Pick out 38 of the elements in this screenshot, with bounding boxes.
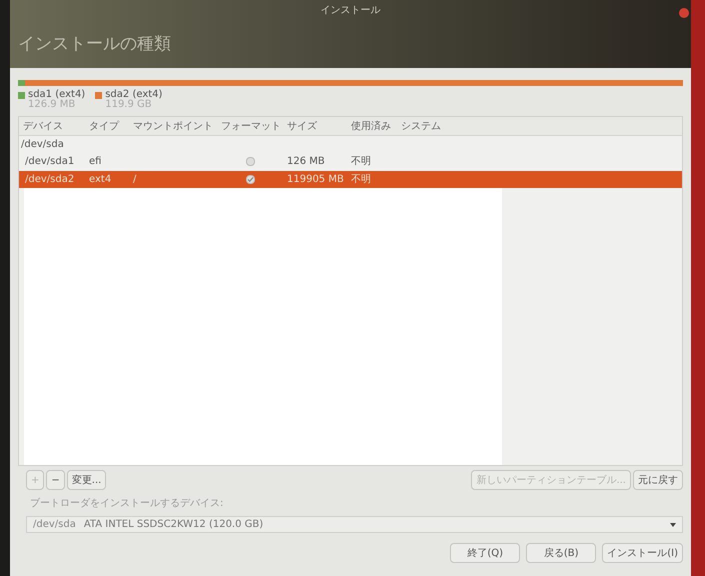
check-icon — [246, 176, 254, 183]
table-cell-text: /dev/sda2 — [25, 172, 74, 187]
window-title: インストール — [320, 4, 380, 18]
column-header[interactable]: タイプ — [85, 118, 129, 134]
column-header[interactable]: サイズ — [283, 118, 347, 134]
table-cell-text: 126 MB — [287, 155, 325, 170]
partition-name: sda2 (ext4) — [105, 90, 162, 100]
close-icon[interactable] — [679, 8, 689, 18]
partition-size: 126.9 MB — [28, 100, 76, 110]
table-row[interactable]: /dev/sda1 efi 126 MB 不明 — [19, 153, 682, 170]
table-cell-text: /dev/sda1 — [25, 155, 74, 170]
dropdown-caret-icon — [670, 522, 676, 526]
table-button[interactable]: − — [46, 470, 65, 490]
column-header[interactable]: 使用済み — [347, 118, 397, 134]
table-cell-text: ext4 — [89, 172, 112, 187]
bootloader-dropdown[interactable]: /dev/sda ATA INTEL SSDSC2KW12 (120.0 GB) — [26, 516, 683, 533]
table-cell-text: /dev/sda — [20, 138, 64, 152]
table-button[interactable]: 変更... — [66, 470, 106, 490]
column-header[interactable]: フォーマット — [217, 118, 283, 134]
dialog-button[interactable]: 戻る(B) — [526, 543, 596, 563]
table-cell-text: 119905 MB — [287, 172, 344, 187]
partition-name: sda1 (ext4) — [28, 90, 86, 100]
page-heading: インストールの種類 — [18, 33, 172, 56]
table-cell-text: 不明 — [351, 172, 371, 187]
table-cell-text: efi — [89, 155, 102, 170]
table-button[interactable]: 元に戻す — [633, 470, 683, 490]
table-row[interactable]: /dev/sda2 ext4 / 119905 MB 不明 — [19, 170, 682, 188]
column-header[interactable]: デバイス — [19, 118, 85, 134]
dialog-button[interactable]: 終了(Q) — [450, 543, 520, 563]
format-checkbox[interactable] — [246, 157, 254, 166]
column-header[interactable]: システム — [397, 118, 457, 134]
partition-size: 119.9 GB — [105, 100, 153, 110]
table-cell-text: / — [133, 172, 136, 187]
dialog-button[interactable]: インストール(I) — [602, 543, 683, 563]
bootloader-label: ブートローダをインストールするデバイス: — [30, 496, 224, 511]
table-cell-text: 不明 — [351, 155, 371, 170]
format-checkbox[interactable] — [246, 174, 254, 184]
column-header[interactable]: マウントポイント — [129, 118, 217, 134]
